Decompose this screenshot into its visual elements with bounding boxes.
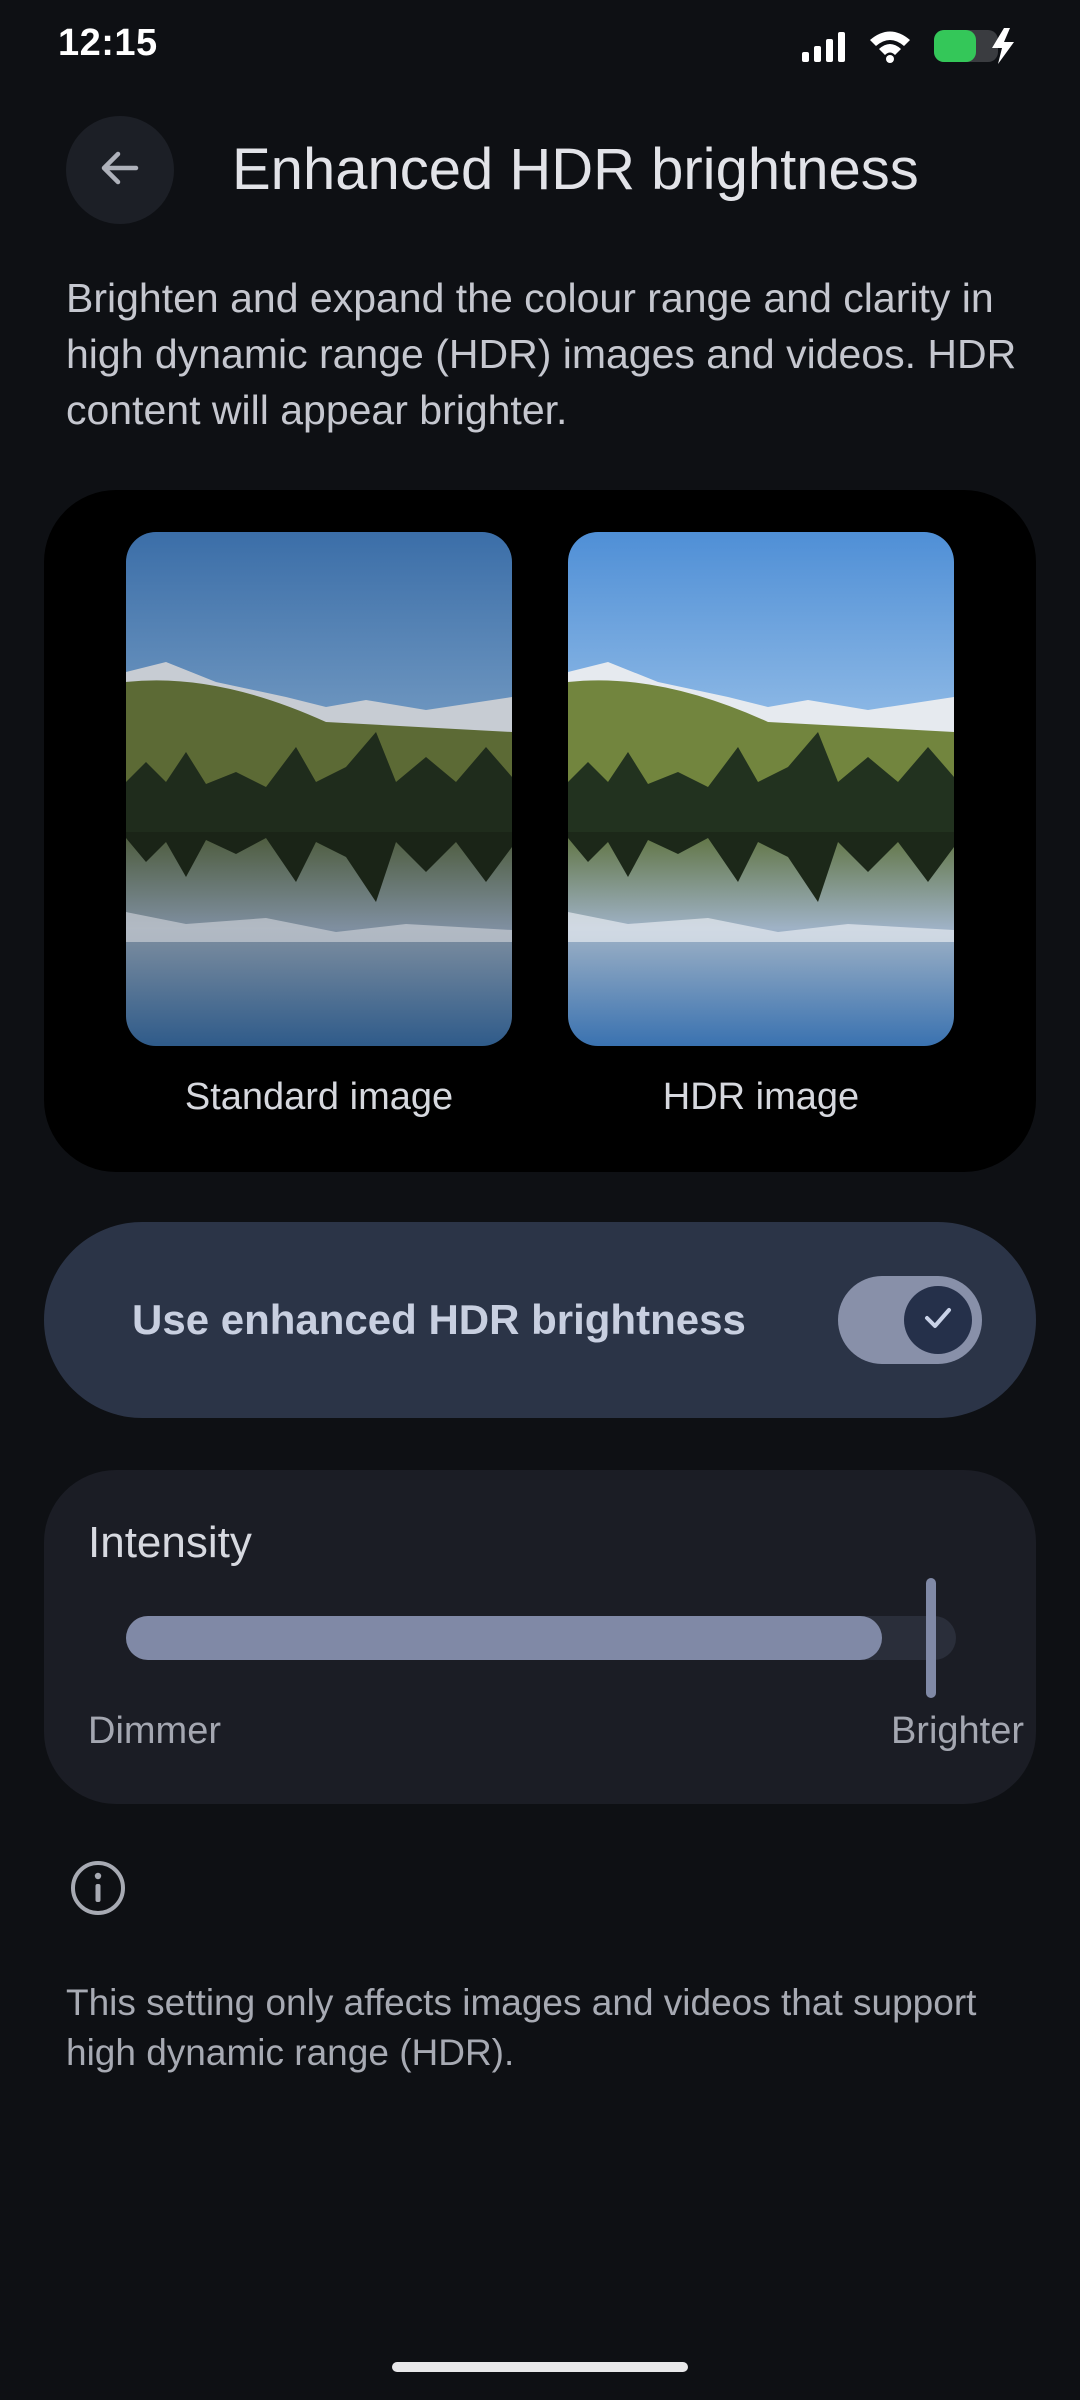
slider-fill [126,1616,882,1660]
status-time: 12:15 [58,22,158,64]
description-text: Brighten and expand the colour range and… [66,275,1017,433]
standard-image-preview [126,532,512,1046]
intensity-title: Intensity [88,1518,252,1567]
status-icons [800,26,1022,71]
preview-card: Standard image HDR image [44,490,1036,1172]
switch-thumb [904,1286,972,1354]
standard-image-label: Standard image [184,1076,454,1118]
toggle-label: Use enhanced HDR brightness [132,1296,746,1343]
slider-thumb[interactable] [926,1578,936,1698]
battery-charging-icon [932,26,1022,71]
check-icon [920,1300,956,1341]
enhanced-hdr-toggle-row[interactable]: Use enhanced HDR brightness [44,1222,1036,1418]
arrow-left-icon [96,144,144,197]
intensity-card: Intensity Dimmer Brighter [44,1470,1036,1804]
enhanced-hdr-switch[interactable] [838,1276,982,1364]
info-icon [68,1858,128,1918]
hdr-image-label: HDR image [662,1076,860,1118]
back-button[interactable] [66,116,174,224]
slider-max-label: Brighter [890,1710,1024,1752]
slider-min-label: Dimmer [88,1710,221,1752]
page-title: Enhanced HDR brightness [232,137,919,202]
signal-icon [800,30,848,67]
wifi-icon [868,29,912,68]
intensity-slider[interactable] [126,1616,956,1660]
home-indicator[interactable] [392,2362,688,2372]
status-bar: 12:15 [0,0,1080,96]
hdr-image-preview [568,532,954,1046]
info-footnote: This setting only affects images and vid… [66,1982,977,2073]
screen: 12:15 Enhanced HDR brightness Brighten a… [0,0,1080,2400]
